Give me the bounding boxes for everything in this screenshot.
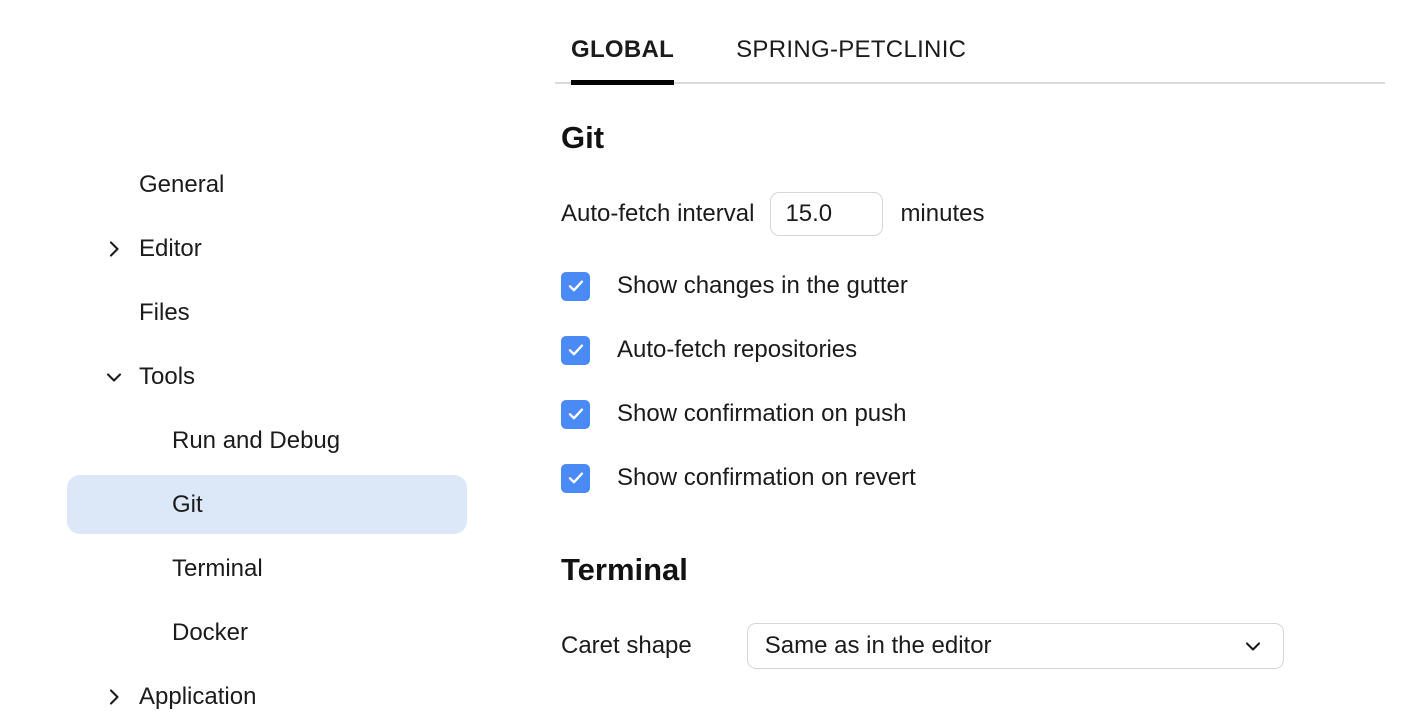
settings-window: General Editor Files Tools Run and Debug Git T… (0, 0, 1408, 708)
sidebar-item-label: Docker (172, 618, 249, 646)
caret-shape-select[interactable]: Same as in the editor (746, 623, 1284, 669)
auto-fetch-interval-label: Auto-fetch interval (561, 200, 755, 227)
tab-bar: GLOBAL SPRING-PETCLINIC (555, 0, 1385, 85)
sidebar-item-general[interactable]: General (0, 155, 545, 214)
auto-fetch-interval-row: Auto-fetch interval minutes (561, 192, 1408, 236)
sidebar-item-label: Git (172, 490, 203, 518)
checkbox-label: Auto-fetch repositories (617, 336, 858, 363)
sidebar-item-files[interactable]: Files (0, 283, 545, 342)
tab-bar-divider (555, 82, 1385, 84)
terminal-section-heading: Terminal (561, 552, 688, 587)
checkbox-row[interactable]: Auto-fetch repositories (561, 335, 1408, 365)
sidebar-item-tools[interactable]: Tools (0, 347, 545, 406)
sidebar-item-label: Terminal (172, 554, 263, 582)
checkbox-checked-icon[interactable] (561, 399, 590, 429)
terminal-settings-section: Terminal Caret shape Same as in the edit… (545, 492, 1408, 669)
sidebar-item-editor[interactable]: Editor (0, 219, 545, 278)
git-section-heading: Git (561, 120, 605, 155)
sidebar-item-label: Files (139, 298, 190, 326)
checkbox-row[interactable]: Show confirmation on revert (561, 463, 1408, 493)
checkbox-checked-icon[interactable] (561, 463, 590, 493)
chevron-down-icon (1240, 633, 1266, 659)
chevron-down-icon[interactable] (103, 366, 125, 388)
checkbox-checked-icon[interactable] (561, 335, 590, 365)
sidebar-nav-list: General Editor Files Tools Run and Debug Git T… (0, 155, 545, 726)
sidebar-item-terminal[interactable]: Terminal (0, 539, 545, 598)
sidebar-item-label: Editor (139, 234, 202, 262)
auto-fetch-interval-input[interactable] (770, 192, 884, 236)
settings-main-panel: GLOBAL SPRING-PETCLINIC Git Auto-fetch in… (545, 0, 1408, 706)
sidebar-item-label: Run and Debug (172, 426, 341, 454)
tab-list: GLOBAL SPRING-PETCLINIC (555, 38, 1385, 85)
sidebar-item-label: Application (139, 682, 257, 710)
git-settings-section: Git Auto-fetch interval minutes Show cha… (545, 84, 1408, 493)
git-checkbox-list: Show changes in the gutter Auto-fetch rep… (561, 271, 1408, 493)
checkbox-row[interactable]: Show confirmation on push (561, 399, 1408, 429)
checkbox-label: Show confirmation on revert (617, 464, 916, 491)
caret-shape-label: Caret shape (561, 632, 692, 659)
settings-sidebar: General Editor Files Tools Run and Debug Git T… (0, 0, 545, 708)
sidebar-item-application[interactable]: Application (0, 667, 545, 726)
checkbox-checked-icon[interactable] (561, 271, 590, 301)
checkbox-label: Show changes in the gutter (617, 272, 908, 299)
sidebar-item-docker[interactable]: Docker (0, 603, 545, 662)
caret-shape-row: Caret shape Same as in the editor (561, 623, 1408, 669)
sidebar-item-label: Tools (139, 362, 196, 390)
checkbox-row[interactable]: Show changes in the gutter (561, 271, 1408, 301)
tab-spring-petclinic[interactable]: SPRING-PETCLINIC (736, 38, 966, 82)
auto-fetch-interval-unit: minutes (900, 200, 985, 227)
tab-global[interactable]: GLOBAL (571, 38, 675, 85)
sidebar-item-git[interactable]: Git (67, 475, 467, 534)
chevron-right-icon[interactable] (103, 686, 125, 708)
checkbox-label: Show confirmation on push (617, 400, 907, 427)
chevron-right-icon[interactable] (103, 238, 125, 260)
sidebar-item-label: General (139, 170, 225, 198)
caret-shape-selected-value: Same as in the editor (764, 632, 992, 659)
sidebar-item-run-and-debug[interactable]: Run and Debug (0, 411, 545, 470)
